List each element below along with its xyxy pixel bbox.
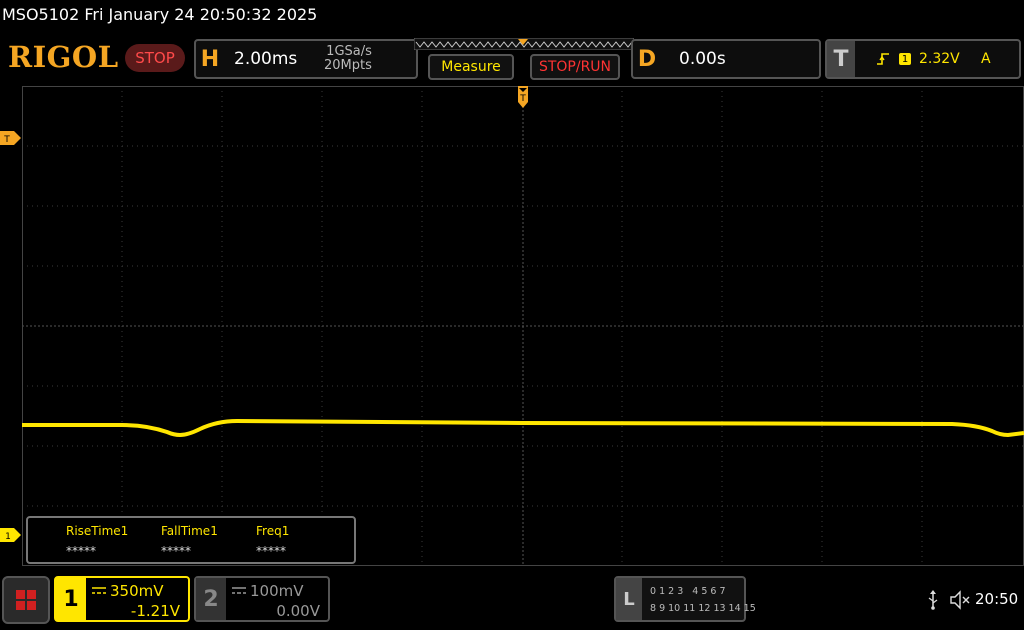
- digital-channels-row-2: 8 9 10 11 12 13 14 15: [650, 603, 756, 614]
- measurement-item: FallTime1 *****: [161, 524, 218, 558]
- measurement-results-panel[interactable]: RiseTime1 ***** FallTime1 ***** Freq1 **…: [26, 516, 356, 564]
- horizontal-key: H: [200, 46, 220, 72]
- measurement-value: *****: [66, 544, 96, 558]
- trigger-level-marker[interactable]: T: [0, 131, 22, 145]
- svg-text:1: 1: [5, 532, 11, 542]
- status-clock: 20:50: [975, 590, 1019, 608]
- rigol-logo: RIGOL: [8, 40, 119, 74]
- measurement-value: *****: [161, 544, 191, 558]
- digital-channels-row-1: 0 1 2 3 4 5 6 7: [650, 586, 726, 597]
- memory-depth: 20Mpts: [324, 58, 372, 73]
- ch1-offset-marker[interactable]: 1: [0, 528, 22, 542]
- ch1-number: 1: [56, 578, 86, 620]
- logic-analyzer-panel[interactable]: L 0 1 2 3 4 5 6 7 8 9 10 11 12 13 14 15: [614, 576, 756, 622]
- trigger-level: 2.32V: [919, 51, 960, 67]
- delay-value: 0.00s: [679, 49, 726, 69]
- sample-rate: 1GSa/s: [326, 44, 372, 59]
- svg-text:T: T: [519, 94, 526, 104]
- delay-key: D: [637, 46, 657, 72]
- ch1-panel[interactable]: 1 350mV -1.21V: [54, 576, 190, 622]
- acquisition-info: 1GSa/s 20Mpts: [324, 45, 372, 73]
- measurement-name: FallTime1: [161, 524, 218, 538]
- trigger-key: T: [827, 41, 855, 77]
- trigger-mode: A: [981, 51, 991, 67]
- measurement-item: Freq1 *****: [256, 524, 289, 558]
- ch1-scale: 350mV: [110, 582, 164, 600]
- ch2-scale: 100mV: [250, 582, 304, 600]
- usb-icon: [928, 590, 938, 610]
- svg-text:T: T: [3, 135, 10, 145]
- horizontal-panel[interactable]: H 2.00ms 1GSa/s 20Mpts: [194, 39, 418, 79]
- trigger-panel[interactable]: T 1 2.32V A: [825, 39, 1021, 79]
- measurement-name: RiseTime1: [66, 524, 129, 538]
- ch1-offset: -1.21V: [130, 602, 180, 620]
- trigger-source-badge: 1: [899, 53, 911, 65]
- dc-coupling-icon: [232, 587, 246, 594]
- rising-edge-icon: [877, 53, 889, 65]
- menu-grid-icon: [16, 590, 36, 610]
- waveform-display[interactable]: [22, 86, 1024, 566]
- measurement-value: *****: [256, 544, 286, 558]
- run-state-badge: STOP: [125, 44, 185, 72]
- measure-button[interactable]: Measure: [428, 54, 514, 80]
- ch2-offset: 0.00V: [276, 602, 320, 620]
- ch2-number: 2: [196, 578, 226, 620]
- logic-analyzer-key: L: [616, 578, 642, 620]
- title-bar: MSO5102 Fri January 24 20:50:32 2025: [0, 0, 1024, 34]
- memory-position-bar: [414, 38, 634, 50]
- ch2-panel[interactable]: 2 100mV 0.00V: [194, 576, 330, 622]
- dc-coupling-icon: [92, 587, 106, 594]
- main-menu-button[interactable]: [2, 576, 50, 624]
- delay-panel[interactable]: D 0.00s: [631, 39, 821, 79]
- timebase-value: 2.00ms: [234, 49, 298, 69]
- trigger-position-marker[interactable]: T: [516, 86, 530, 110]
- measurement-item: RiseTime1 *****: [66, 524, 128, 558]
- stop-run-button[interactable]: STOP/RUN: [530, 54, 620, 80]
- device-title: MSO5102 Fri January 24 20:50:32 2025: [2, 5, 318, 24]
- speaker-mute-icon[interactable]: [950, 590, 972, 610]
- measurement-name: Freq1: [256, 524, 290, 538]
